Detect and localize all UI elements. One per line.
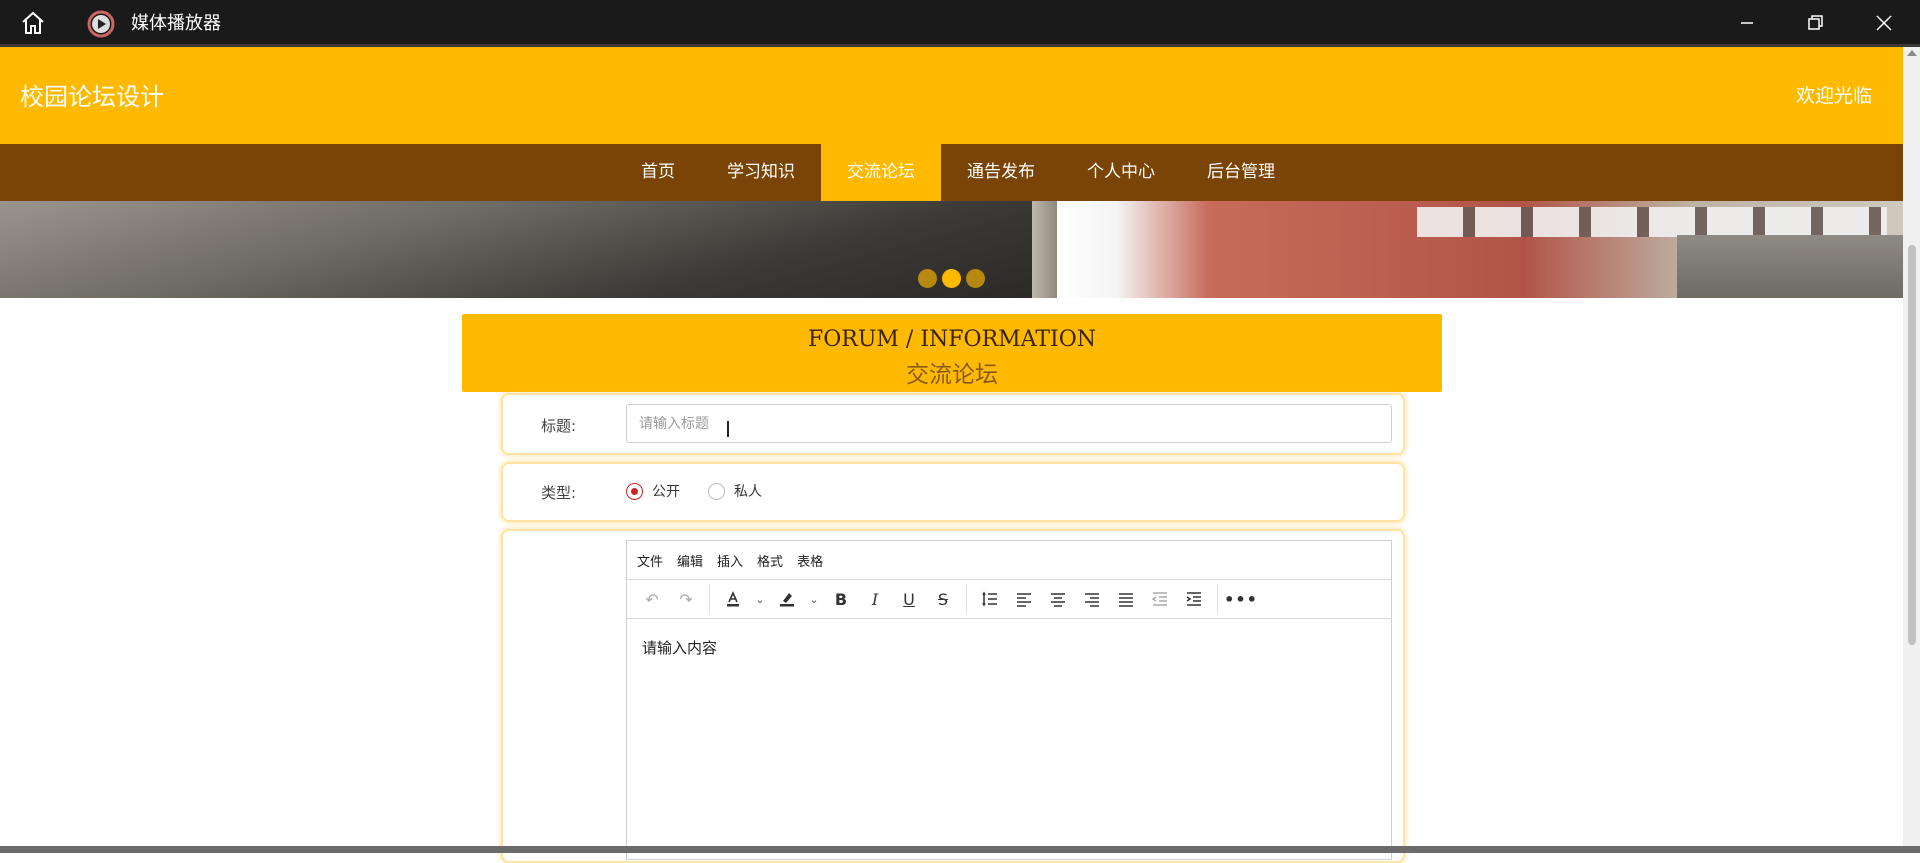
type-label: 类型: [541,484,577,502]
bottom-edge [0,846,1920,853]
align-right-icon[interactable] [1075,584,1109,614]
redo-icon[interactable]: ↷ [669,584,703,614]
nav-item-forum[interactable]: 交流论坛 [821,144,941,201]
bold-icon[interactable]: B [824,584,858,614]
strikethrough-icon[interactable]: S [926,584,960,614]
nav-item-profile[interactable]: 个人中心 [1061,144,1181,201]
type-field-card: 类型: 公开 私人 [501,462,1405,522]
title-bar: 媒体播放器 [0,0,1920,46]
radio-public[interactable]: 公开 [626,481,680,501]
scroll-up-icon[interactable] [1907,50,1917,56]
align-justify-icon[interactable] [1109,584,1143,614]
site-header: 校园论坛设计 欢迎光临 [0,47,1903,144]
play-icon [87,10,115,38]
toolbar-divider [1217,584,1218,614]
menu-table[interactable]: 表格 [797,551,823,570]
menu-file[interactable]: 文件 [637,551,663,570]
toolbar-divider [709,584,710,614]
align-center-icon[interactable] [1041,584,1075,614]
rich-text-editor: 文件 编辑 插入 格式 表格 ↶ ↷ ⌄ ⌄ B I U S ••• 请输入内容 [626,540,1392,860]
nav-item-study[interactable]: 学习知识 [701,144,821,201]
nav-item-admin[interactable]: 后台管理 [1181,144,1301,201]
nav-item-notice[interactable]: 通告发布 [941,144,1061,201]
line-height-icon[interactable] [973,584,1007,614]
section-title-zh: 交流论坛 [906,362,998,388]
menu-edit[interactable]: 编辑 [677,551,703,570]
menu-insert[interactable]: 插入 [717,551,743,570]
title-field-card: 标题: [501,393,1405,455]
minimize-icon[interactable] [1736,12,1758,34]
editor-content[interactable]: 请输入内容 [627,619,1391,676]
radio-selected-icon [626,482,643,500]
main-nav: 首页 学习知识 交流论坛 通告发布 个人中心 后台管理 [0,144,1903,201]
undo-icon[interactable]: ↶ [635,584,669,614]
window-title: 媒体播放器 [131,13,221,34]
indent-icon[interactable] [1177,584,1211,614]
editor-menubar: 文件 编辑 插入 格式 表格 [627,541,1391,580]
highlight-icon[interactable] [770,584,804,614]
italic-icon[interactable]: I [858,584,892,614]
radio-unselected-icon [708,482,725,500]
site-title: 校园论坛设计 [20,83,164,111]
underline-icon[interactable]: U [892,584,926,614]
restore-icon[interactable] [1804,12,1826,34]
home-icon[interactable] [20,11,46,35]
page-scrollbar[interactable] [1903,47,1920,846]
text-cursor-icon [727,421,729,437]
editor-toolbar: ↶ ↷ ⌄ ⌄ B I U S ••• [627,580,1391,619]
title-label: 标题: [541,417,577,435]
outdent-icon[interactable] [1143,584,1177,614]
content-field-card: 文件 编辑 插入 格式 表格 ↶ ↷ ⌄ ⌄ B I U S ••• 请输入内容 [501,529,1405,863]
radio-private[interactable]: 私人 [708,481,762,501]
toolbar-divider [966,584,967,614]
banner-carousel [0,201,1903,298]
radio-public-label: 公开 [652,484,680,500]
banner-image-right [1057,201,1903,298]
more-icon[interactable]: ••• [1224,584,1258,614]
section-title-en: FORUM / INFORMATION [808,327,1096,352]
close-icon[interactable] [1873,12,1895,34]
carousel-dot[interactable] [918,269,937,288]
carousel-dot-active[interactable] [942,269,961,288]
scrollbar-thumb[interactable] [1908,245,1916,645]
section-header: FORUM / INFORMATION 交流论坛 [462,314,1442,392]
title-input[interactable] [626,404,1392,443]
chevron-down-icon[interactable]: ⌄ [750,584,770,614]
text-color-icon[interactable] [716,584,750,614]
align-left-icon[interactable] [1007,584,1041,614]
nav-item-home[interactable]: 首页 [615,144,701,201]
carousel-dots [918,269,985,288]
menu-format[interactable]: 格式 [757,551,783,570]
chevron-down-icon[interactable]: ⌄ [804,584,824,614]
welcome-text: 欢迎光临 [1795,85,1872,107]
radio-private-label: 私人 [734,484,762,500]
banner-image-left [0,201,1057,298]
carousel-dot[interactable] [966,269,985,288]
